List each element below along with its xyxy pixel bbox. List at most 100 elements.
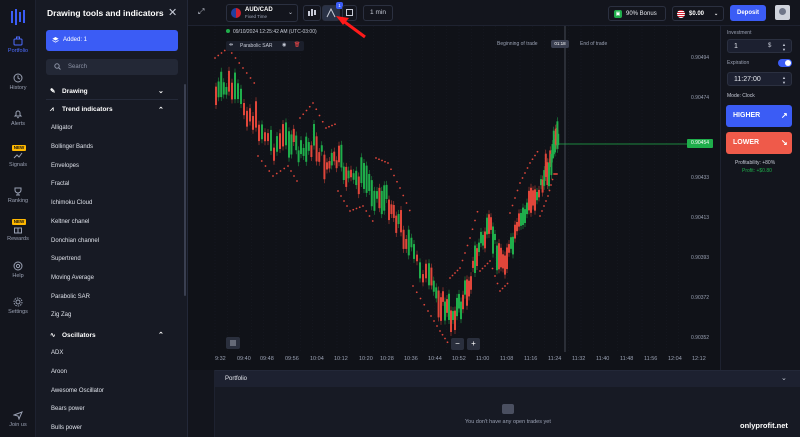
- bonus-button[interactable]: ▣ 90% Bonus: [608, 6, 666, 21]
- watermark: onlyprofit.net: [740, 421, 788, 430]
- time-label: 10:04: [310, 356, 324, 362]
- expiration-toggle[interactable]: [778, 59, 792, 67]
- rail-item-history[interactable]: History: [0, 73, 36, 91]
- indicator-item[interactable]: Zig Zag: [51, 312, 71, 318]
- section-drawing[interactable]: ✎ Drawing ⌄: [50, 87, 164, 95]
- time-label: 10:28: [380, 356, 394, 362]
- indicator-item[interactable]: Donchian channel: [51, 238, 99, 244]
- indicator-item[interactable]: ADX: [51, 350, 63, 356]
- avatar[interactable]: [775, 5, 790, 20]
- indicator-item[interactable]: Keltner chanel: [51, 219, 89, 225]
- rail-label: Ranking: [7, 198, 29, 204]
- section-oscillators[interactable]: ∿ Oscillators ⌃: [50, 331, 164, 339]
- indicator-item[interactable]: Bollinger Bands: [51, 144, 93, 150]
- time-label: 10:12: [334, 356, 348, 362]
- current-price-badge: 0.90454: [687, 139, 713, 148]
- eye-icon[interactable]: ◉: [282, 42, 286, 48]
- time-label: 9:32: [215, 356, 226, 362]
- chart-menu-button[interactable]: [226, 337, 240, 349]
- indicator-item[interactable]: Awesome Oscillator: [51, 388, 104, 394]
- rail-item-alerts[interactable]: Alerts: [0, 109, 36, 127]
- chevron-down-icon[interactable]: ⌄: [781, 374, 787, 382]
- help-icon: [13, 261, 23, 271]
- rail-label: Alerts: [10, 121, 26, 127]
- deposit-button[interactable]: Deposit: [730, 5, 766, 21]
- profit-text: Profit: +$0.80: [742, 168, 772, 174]
- indicator-item[interactable]: Alligator: [51, 125, 73, 131]
- time-label: 10:52: [452, 356, 466, 362]
- rail-item-portfolio[interactable]: Portfolio: [0, 36, 36, 54]
- indicator-item[interactable]: Aroon: [51, 369, 67, 375]
- section-trend-indicators[interactable]: ⩘ Trend indicators ⌃: [50, 106, 164, 114]
- time-label: 09:40: [237, 356, 251, 362]
- section-label: Trend indicators: [62, 106, 113, 113]
- profitability-text: Profitability: +80%: [735, 160, 776, 166]
- stepper-icon[interactable]: ▲ ▼: [782, 75, 786, 85]
- asset-selector[interactable]: AUD/CAD Fixed Time ⌄: [226, 4, 298, 22]
- rail-item-settings[interactable]: Settings: [0, 297, 36, 315]
- balance-selector[interactable]: $0.00 ⌄: [672, 6, 724, 21]
- indicator-item[interactable]: Fractal: [51, 181, 69, 187]
- section-label: Oscillators: [62, 332, 96, 339]
- rail-label: Settings: [8, 309, 28, 315]
- empty-portfolio-icon: [502, 404, 514, 414]
- new-badge: NEW: [12, 219, 26, 225]
- close-icon[interactable]: ✕: [168, 6, 177, 19]
- mode-label: Mode: Clock: [727, 93, 755, 99]
- active-indicator-tag: ⇼ Parabolic SAR ◉ 🗑: [226, 41, 304, 51]
- added-indicators-button[interactable]: Added: 1: [46, 30, 178, 51]
- time-label: 11:00: [476, 356, 490, 362]
- chart-datetime: 09/10/2024 12:25:42 AM (UTC-03:00): [226, 29, 317, 35]
- fullscreen-icon[interactable]: ⤢: [198, 7, 204, 17]
- rail-item-signals[interactable]: NEW Signals: [0, 145, 36, 168]
- indicator-item[interactable]: Envelopes: [51, 163, 79, 169]
- rail-label: Signals: [8, 162, 28, 168]
- layers-icon: [52, 36, 59, 43]
- divider: [46, 99, 178, 100]
- rail-item-help[interactable]: Help: [0, 261, 36, 279]
- panel-scrollbar[interactable]: [184, 84, 186, 296]
- portfolio-header[interactable]: Portfolio ⌄: [215, 371, 800, 387]
- gift-icon: ▣: [614, 10, 622, 18]
- time-label: 11:24: [548, 356, 562, 362]
- pencil-icon: ✎: [50, 88, 56, 95]
- time-label: 11:40: [596, 356, 610, 362]
- indicator-item[interactable]: Parabolic SAR: [51, 294, 90, 300]
- time-label: 10:36: [404, 356, 418, 362]
- investment-field[interactable]: 1 $ ▲ ▼: [727, 39, 792, 53]
- indicator-item[interactable]: Bulls power: [51, 425, 82, 431]
- tools-panel: Drawing tools and indicators ✕ Added: 1 …: [36, 0, 188, 437]
- time-label: 12:12: [692, 356, 706, 362]
- added-label: Added: 1: [63, 37, 88, 43]
- new-badge: NEW: [12, 145, 26, 151]
- trash-icon[interactable]: 🗑: [294, 42, 300, 48]
- rail-item-ranking[interactable]: Ranking: [0, 186, 36, 204]
- zoom-out-button[interactable]: −: [451, 338, 464, 350]
- currency-symbol: $: [768, 43, 772, 49]
- indicator-item[interactable]: Moving Average: [51, 275, 94, 281]
- price-chart[interactable]: 09/10/2024 12:25:42 AM (UTC-03:00) ⇼ Par…: [188, 26, 720, 370]
- balance-value: $0.00: [689, 11, 705, 17]
- stepper-icon[interactable]: ▲ ▼: [782, 42, 786, 52]
- expiration-field[interactable]: 11:27:00 ▲ ▼: [727, 72, 792, 86]
- time-label: 10:20: [359, 356, 373, 362]
- left-rail: Portfolio History Alerts NEW Signals Ran…: [0, 0, 36, 437]
- search-input[interactable]: Search: [46, 59, 178, 75]
- chart-type-button[interactable]: [303, 5, 321, 21]
- portfolio-title: Portfolio: [225, 376, 248, 382]
- ranking-icon: [14, 187, 22, 196]
- chevron-down-icon: ⌄: [158, 88, 164, 95]
- rail-item-join[interactable]: Join us: [0, 410, 36, 428]
- zoom-in-button[interactable]: +: [467, 338, 480, 350]
- portfolio-icon: [13, 36, 23, 46]
- indicator-item[interactable]: Ichimoku Cloud: [51, 200, 92, 206]
- indicator-item[interactable]: Supertrend: [51, 256, 81, 262]
- expiration-label: Expiration: [727, 60, 750, 66]
- portfolio-empty-text: You don't have any open trades yet: [465, 419, 551, 425]
- higher-button[interactable]: HIGHER ↗: [726, 105, 792, 127]
- indicator-item[interactable]: Bears power: [51, 406, 85, 412]
- chevron-down-icon: ⌄: [714, 11, 719, 17]
- lower-button[interactable]: LOWER ↘: [726, 132, 792, 154]
- rail-item-rewards[interactable]: NEW Rewards: [0, 219, 36, 242]
- price-level: 0.90433: [691, 175, 710, 181]
